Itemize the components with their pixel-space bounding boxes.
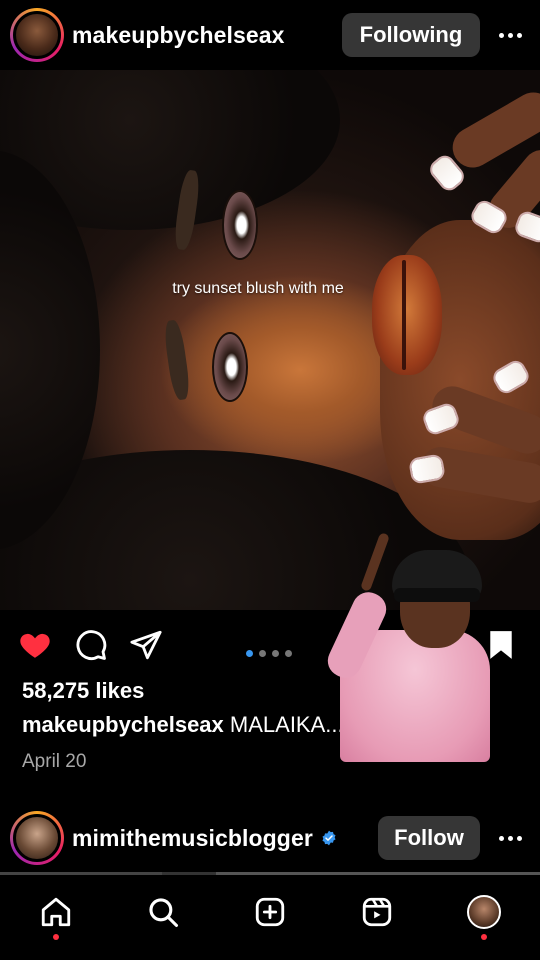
profile-avatar xyxy=(467,895,501,929)
eye-bottom xyxy=(212,332,248,402)
nav-create[interactable] xyxy=(250,892,290,932)
story-avatar[interactable] xyxy=(10,8,64,62)
carousel-dot xyxy=(285,650,292,657)
nav-search[interactable] xyxy=(143,892,183,932)
verified-badge-icon xyxy=(322,830,336,846)
follow-button[interactable]: Follow xyxy=(378,816,480,860)
carousel-indicator xyxy=(246,650,292,657)
sticker-band xyxy=(394,588,480,602)
post-header-2: mimithemusicblogger Follow xyxy=(0,805,540,871)
home-notification-dot xyxy=(53,934,59,940)
post-image[interactable]: try sunset blush with me xyxy=(0,70,540,610)
post-header: makeupbychelseax Following xyxy=(0,0,540,70)
post2-username[interactable]: mimithemusicblogger xyxy=(72,825,313,852)
create-plus-icon xyxy=(255,897,285,927)
sticker-finger xyxy=(360,532,390,592)
carousel-dot-active xyxy=(246,650,253,657)
home-icon xyxy=(41,897,71,927)
avatar-image xyxy=(13,11,61,59)
caption-username[interactable]: makeupbychelseax xyxy=(22,712,224,737)
bottom-nav xyxy=(0,876,540,960)
overlay-sticker-image xyxy=(322,530,492,762)
following-button[interactable]: Following xyxy=(342,13,480,57)
reels-icon xyxy=(362,897,392,927)
post-date: April 20 xyxy=(22,751,87,772)
post2-image-edge xyxy=(0,872,540,875)
bookmark-filled-icon[interactable] xyxy=(488,630,514,660)
image-text-overlay: try sunset blush with me xyxy=(172,280,344,297)
send-paper-plane-icon[interactable] xyxy=(129,628,163,662)
lip-line xyxy=(402,260,406,370)
nav-home[interactable] xyxy=(36,892,76,932)
post-caption[interactable]: makeupbychelseax MALAIKA... r xyxy=(22,712,357,738)
avatar-image-2 xyxy=(13,814,61,862)
eye-top xyxy=(222,190,258,260)
search-icon xyxy=(149,898,179,928)
nav-reels[interactable] xyxy=(357,892,397,932)
comment-bubble-icon[interactable] xyxy=(74,628,108,662)
carousel-dot xyxy=(259,650,266,657)
more-options-icon[interactable] xyxy=(490,15,530,55)
lips xyxy=(372,255,442,375)
carousel-dot xyxy=(272,650,279,657)
likes-count[interactable]: 58,275 likes xyxy=(22,678,144,704)
profile-notification-dot xyxy=(481,934,487,940)
story-avatar-2[interactable] xyxy=(10,811,64,865)
post-username[interactable]: makeupbychelseax xyxy=(72,22,285,49)
heart-filled-icon[interactable] xyxy=(18,628,52,662)
eyebrow-bottom xyxy=(162,319,192,401)
more-options-icon[interactable] xyxy=(490,818,530,858)
nav-profile[interactable] xyxy=(464,892,504,932)
